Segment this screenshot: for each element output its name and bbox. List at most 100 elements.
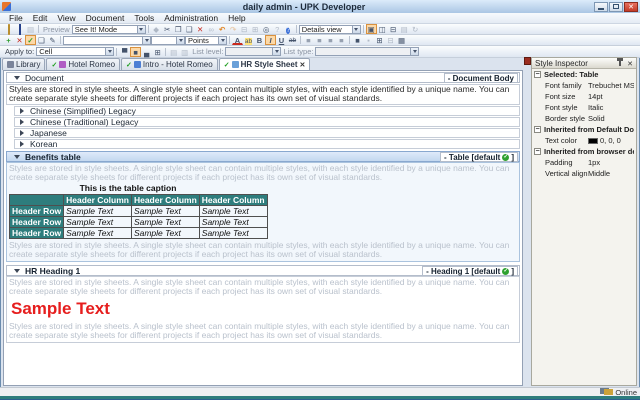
merge-cells-icon[interactable]: ▤ <box>168 47 179 57</box>
layout-vertical-icon[interactable]: ⊟ <box>388 24 399 34</box>
layout-horizontal-icon[interactable]: ◫ <box>377 24 388 34</box>
refresh-icon[interactable]: ↻ <box>410 24 421 34</box>
style-ref-table[interactable]: - Table [default ] <box>440 152 518 162</box>
section-header-hr-heading-1[interactable]: HR Heading 1 - Heading 1 [default ] <box>6 265 520 276</box>
valign-middle-icon[interactable]: ■ <box>130 47 141 57</box>
bold-icon[interactable]: B <box>254 35 265 45</box>
view-combo[interactable]: Details view <box>299 25 361 34</box>
inspector-group-inherited-browser[interactable]: Inherited from browser defaults <box>532 146 636 157</box>
apply-check-icon[interactable]: ✓ <box>25 35 36 45</box>
split-cells-icon[interactable]: ▥ <box>179 47 190 57</box>
close-panel-icon[interactable] <box>627 59 633 68</box>
section-header-document[interactable]: Document - Document Body <box>6 72 520 83</box>
tab-library[interactable]: Library <box>2 58 45 70</box>
section-chinese-simplified[interactable]: Chinese (Simplified) Legacy <box>14 106 520 116</box>
inside-borders-icon[interactable]: ⊟ <box>385 35 396 45</box>
font-color-icon[interactable]: A <box>232 36 243 45</box>
chevron-down-icon[interactable] <box>142 37 150 44</box>
menu-administration[interactable]: Administration <box>159 13 223 23</box>
open-icon[interactable] <box>3 24 14 34</box>
style-ref-document-body[interactable]: - Document Body <box>444 73 518 83</box>
chevron-down-icon[interactable] <box>218 37 226 44</box>
align-left-icon[interactable]: ≡ <box>303 35 314 45</box>
chevron-down-icon[interactable] <box>105 48 113 55</box>
list-level-combo[interactable] <box>225 47 281 56</box>
table-grid-icon[interactable]: ⊞ <box>152 47 163 57</box>
link-icon[interactable]: ∞ <box>206 24 217 34</box>
border-color-icon[interactable]: ■ <box>352 35 363 45</box>
list-type-combo[interactable] <box>315 47 419 56</box>
inspector-group-inherited-body[interactable]: Inherited from Default Document Body <box>532 124 636 135</box>
expand-all-icon[interactable]: ⊞ <box>250 24 261 34</box>
size-units-combo[interactable]: Points <box>185 36 227 45</box>
copy-icon[interactable]: ❐ <box>173 24 184 34</box>
close-tab-icon[interactable] <box>299 60 305 69</box>
collapse-box-icon[interactable] <box>534 148 541 155</box>
section-header-benefits-table[interactable]: Benefits table - Table [default ] <box>6 151 520 162</box>
font-size-combo[interactable] <box>151 36 185 45</box>
chevron-down-icon[interactable] <box>410 48 418 55</box>
inspector-group-selected[interactable]: Selected: Table <box>532 69 636 80</box>
undo-icon[interactable]: ↶ <box>217 24 228 34</box>
help-icon[interactable]: ? <box>283 24 294 34</box>
tab-hotel-romeo[interactable]: ✓ Hotel Romeo <box>46 58 120 70</box>
collapse-arrow-icon[interactable] <box>14 269 20 273</box>
highlight-icon[interactable]: ab <box>243 35 254 45</box>
section-chinese-traditional[interactable]: Chinese (Traditional) Legacy <box>14 117 520 127</box>
layout-single-icon[interactable]: ▣ <box>366 24 377 34</box>
valign-bottom-icon[interactable]: ▄ <box>141 47 152 57</box>
print-icon[interactable]: ▤ <box>25 24 36 34</box>
style-ref-heading-1[interactable]: - Heading 1 [default ] <box>422 266 518 276</box>
menu-view[interactable]: View <box>52 13 80 23</box>
save-icon[interactable] <box>14 24 25 34</box>
menu-help[interactable]: Help <box>223 13 250 23</box>
expand-arrow-icon[interactable] <box>20 130 24 136</box>
font-family-combo[interactable] <box>63 36 151 45</box>
collapse-arrow-icon[interactable] <box>14 76 20 80</box>
record-icon[interactable]: ◆ <box>151 24 162 34</box>
redo-icon[interactable]: ↷ <box>228 24 239 34</box>
section-japanese[interactable]: Japanese <box>14 128 520 138</box>
close-button[interactable] <box>624 2 638 12</box>
align-right-icon[interactable]: ≡ <box>325 35 336 45</box>
minimize-button[interactable] <box>594 2 608 12</box>
outside-borders-icon[interactable]: ⊞ <box>374 35 385 45</box>
chevron-down-icon[interactable] <box>352 26 360 33</box>
delete-style-icon[interactable]: ✕ <box>14 35 25 45</box>
pin-icon[interactable] <box>619 61 621 66</box>
align-justify-icon[interactable]: ≡ <box>336 35 347 45</box>
expand-arrow-icon[interactable] <box>20 141 24 147</box>
tab-hr-style-sheet[interactable]: ✓ HR Style Sheet <box>219 58 311 70</box>
expand-arrow-icon[interactable] <box>20 108 24 114</box>
all-borders-icon[interactable]: ▦ <box>396 35 407 45</box>
play-mode-combo[interactable]: See It! Mode <box>72 25 146 34</box>
chevron-down-icon[interactable] <box>137 26 145 33</box>
format-painter-icon[interactable]: ✎ <box>47 35 58 45</box>
chevron-down-icon[interactable] <box>272 48 280 55</box>
expand-arrow-icon[interactable] <box>20 119 24 125</box>
menu-document[interactable]: Document <box>81 13 130 23</box>
collapse-box-icon[interactable] <box>534 126 541 133</box>
menu-file[interactable]: File <box>4 13 28 23</box>
spellcheck-icon[interactable]: ? <box>272 24 283 34</box>
sound-icon[interactable]: ▪ <box>363 35 374 45</box>
find-icon[interactable]: ◎ <box>261 24 272 34</box>
apply-to-combo[interactable]: Cell <box>36 47 114 56</box>
italic-icon[interactable]: I <box>265 35 276 45</box>
chevron-down-icon[interactable] <box>176 37 184 44</box>
align-center-icon[interactable]: ≡ <box>314 35 325 45</box>
restore-button[interactable] <box>609 2 623 12</box>
properties-icon[interactable]: ▤ <box>399 24 410 34</box>
menu-edit[interactable]: Edit <box>28 13 53 23</box>
valign-top-icon[interactable]: ▀ <box>119 47 130 57</box>
collapse-box-icon[interactable] <box>534 71 541 78</box>
collapse-all-icon[interactable]: ⊟ <box>239 24 250 34</box>
collapse-arrow-icon[interactable] <box>14 155 20 159</box>
panel-handle-icon[interactable] <box>524 57 531 65</box>
paste-icon[interactable]: ❑ <box>184 24 195 34</box>
section-korean[interactable]: Korean <box>14 139 520 149</box>
new-page-icon[interactable]: ❏ <box>36 35 47 45</box>
underline-icon[interactable]: U <box>276 35 287 45</box>
tab-intro-hotel-romeo[interactable]: ✓ Intro - Hotel Romeo <box>121 58 218 70</box>
delete-icon[interactable]: ✕ <box>195 24 206 34</box>
